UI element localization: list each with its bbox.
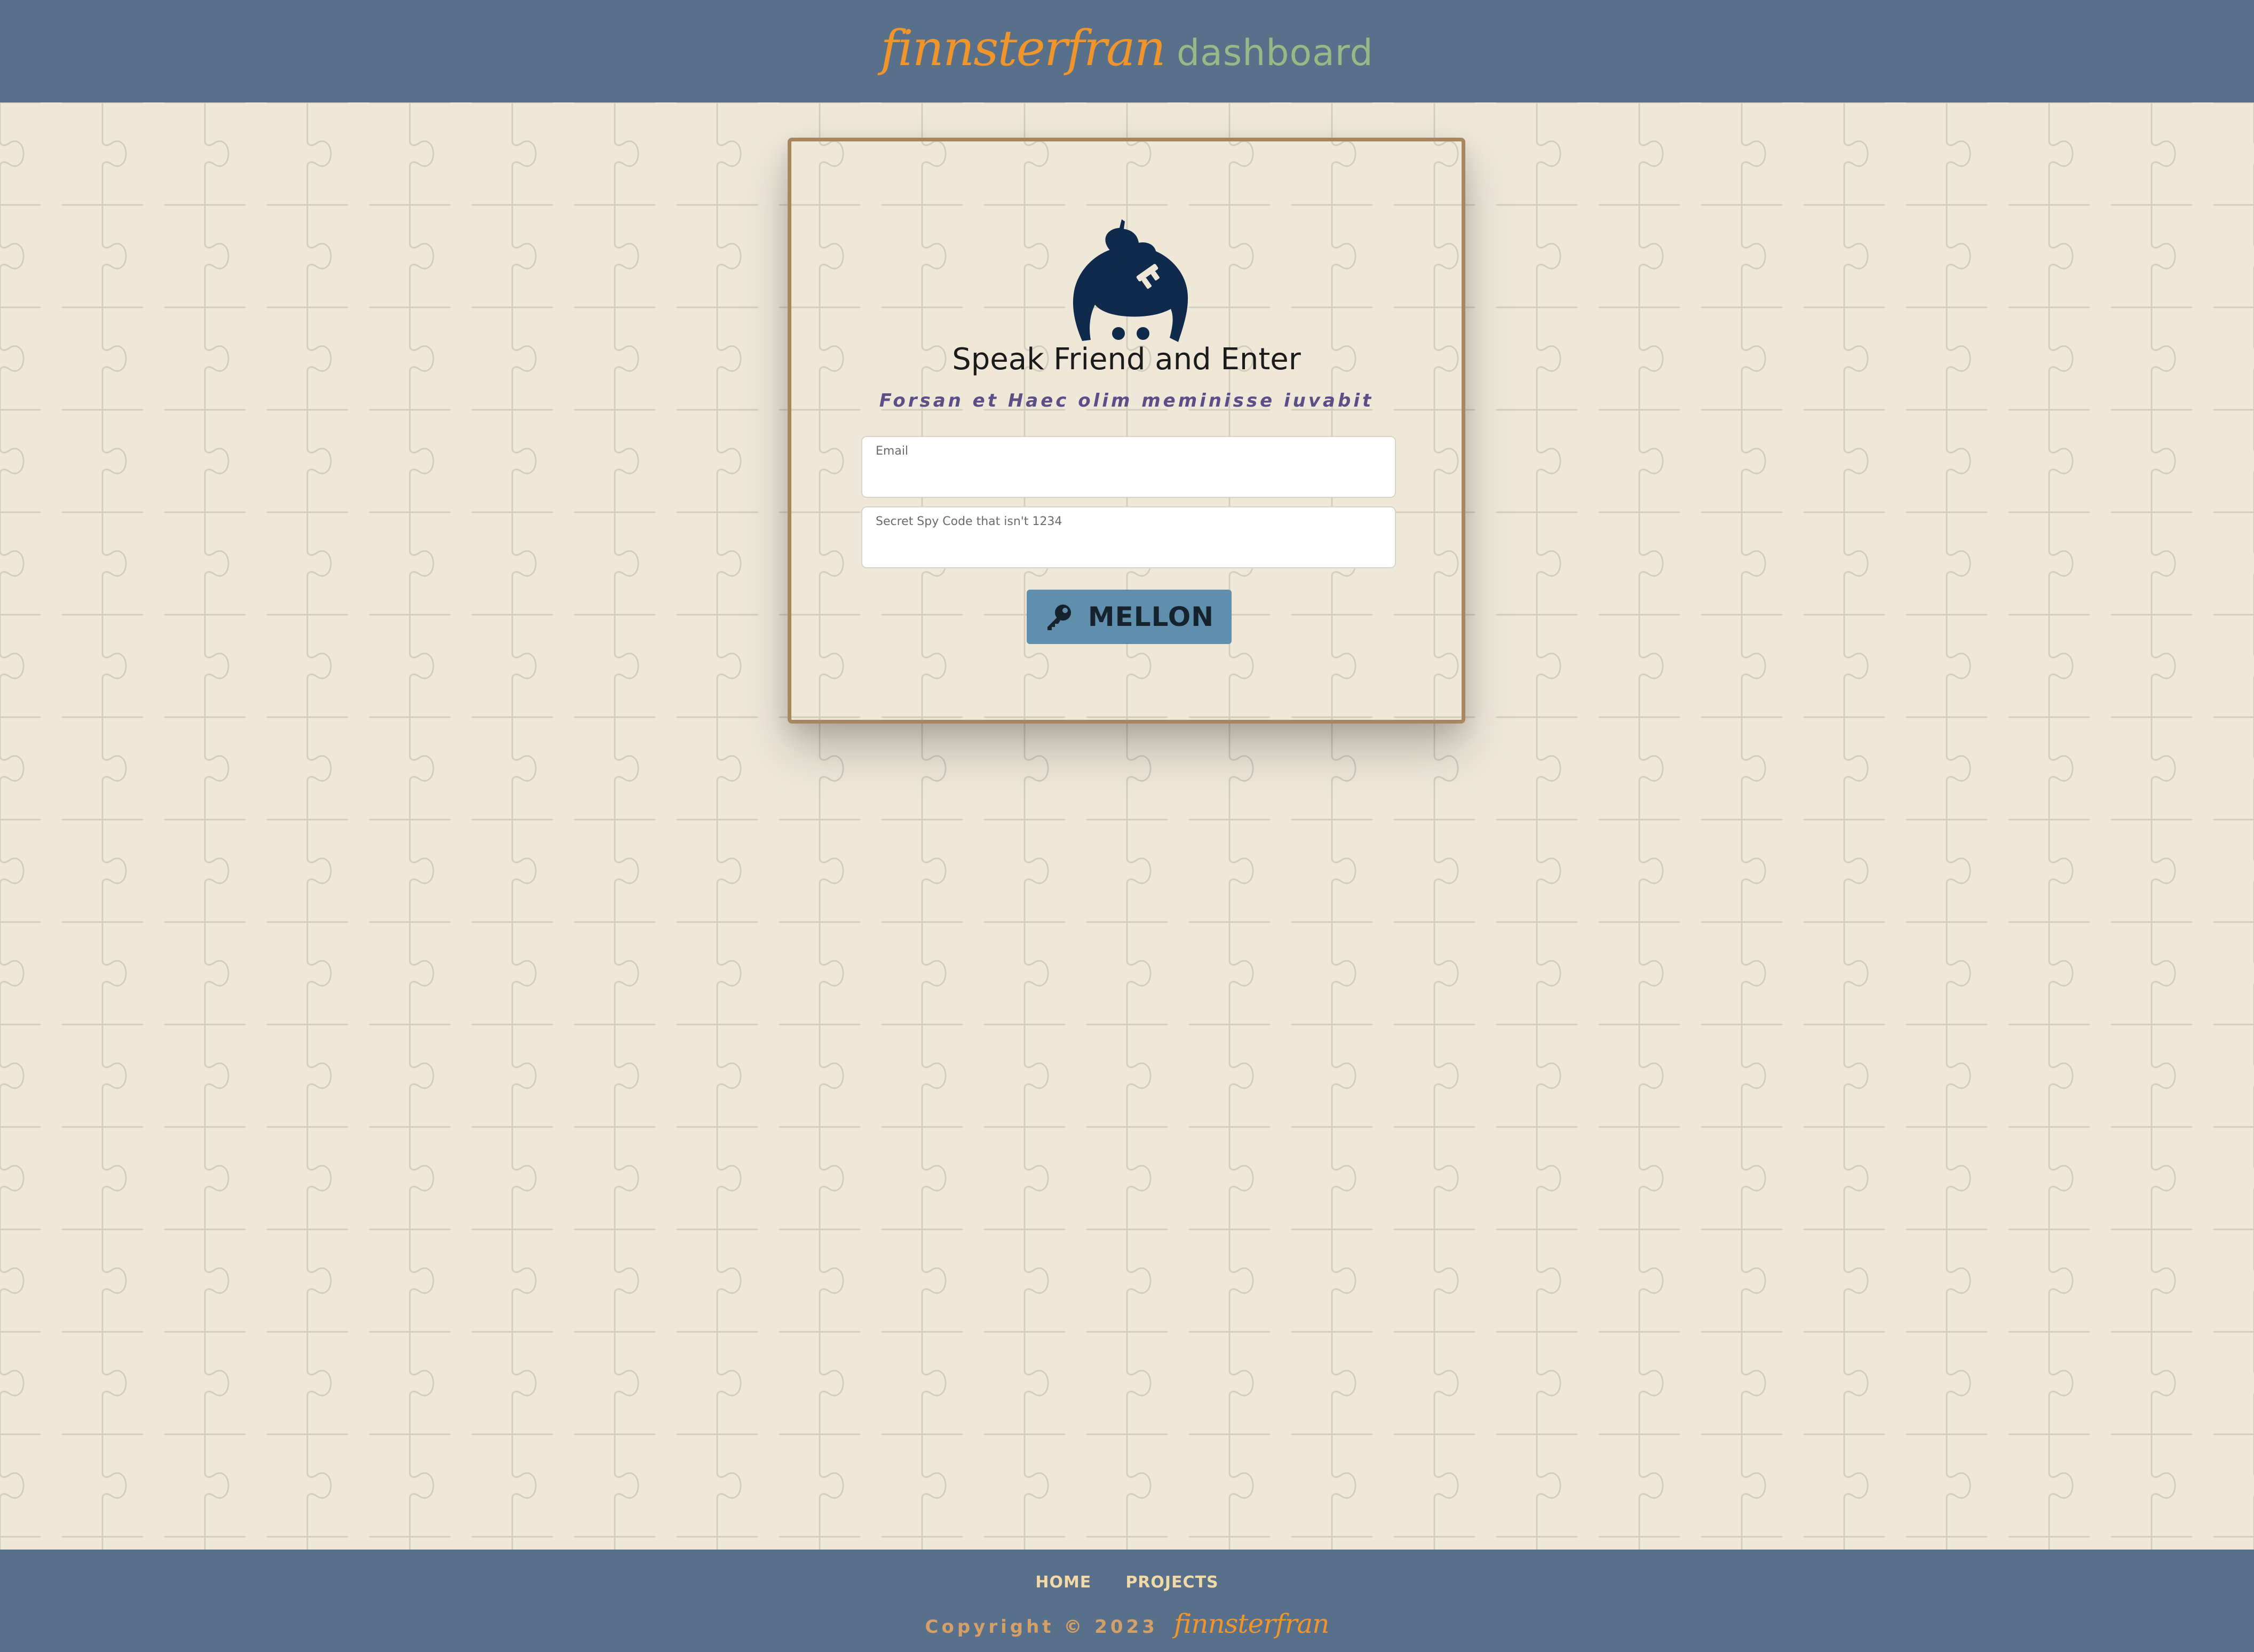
brand-script-logo: finnsterfran bbox=[880, 19, 1166, 77]
secret-code-field-label: Secret Spy Code that isn't 1234 bbox=[876, 515, 1062, 528]
site-brand[interactable]: finnsterfran dashboard bbox=[880, 20, 1373, 77]
login-title: Speak Friend and Enter bbox=[952, 342, 1301, 377]
footer-copyright: Copyright © 2023 finnsterfran bbox=[0, 1608, 2254, 1639]
secret-code-input[interactable] bbox=[875, 534, 1384, 563]
key-icon bbox=[1047, 605, 1071, 630]
email-field-label: Email bbox=[876, 444, 909, 458]
login-subtitle: Forsan et Haec olim meminisse iuvabit bbox=[879, 390, 1374, 411]
secret-code-field[interactable]: Secret Spy Code that isn't 1234 bbox=[861, 506, 1396, 568]
page: finnsterfran dashboard Speak Friend and … bbox=[0, 0, 2254, 1652]
brand-dashboard-label: dashboard bbox=[1176, 31, 1374, 74]
footer-link-projects[interactable]: PROJECTS bbox=[1125, 1573, 1218, 1592]
email-field[interactable]: Email bbox=[861, 436, 1396, 498]
footer-brand-logo[interactable]: finnsterfran bbox=[1174, 1608, 1330, 1639]
login-card: Speak Friend and Enter Forsan et Haec ol… bbox=[788, 138, 1465, 724]
mellon-button-label: MELLON bbox=[1088, 601, 1215, 632]
footer: HOME PROJECTS Copyright © 2023 finnsterf… bbox=[0, 1550, 2254, 1652]
footer-nav: HOME PROJECTS bbox=[0, 1573, 2254, 1592]
copyright-text: Copyright © 2023 bbox=[925, 1616, 1158, 1638]
hooded-face-with-key-icon bbox=[1073, 219, 1188, 342]
footer-link-home[interactable]: HOME bbox=[1035, 1573, 1091, 1592]
top-bar: finnsterfran dashboard bbox=[0, 0, 2254, 102]
email-input[interactable] bbox=[875, 464, 1384, 493]
mellon-submit-button[interactable]: MELLON bbox=[1027, 590, 1232, 644]
